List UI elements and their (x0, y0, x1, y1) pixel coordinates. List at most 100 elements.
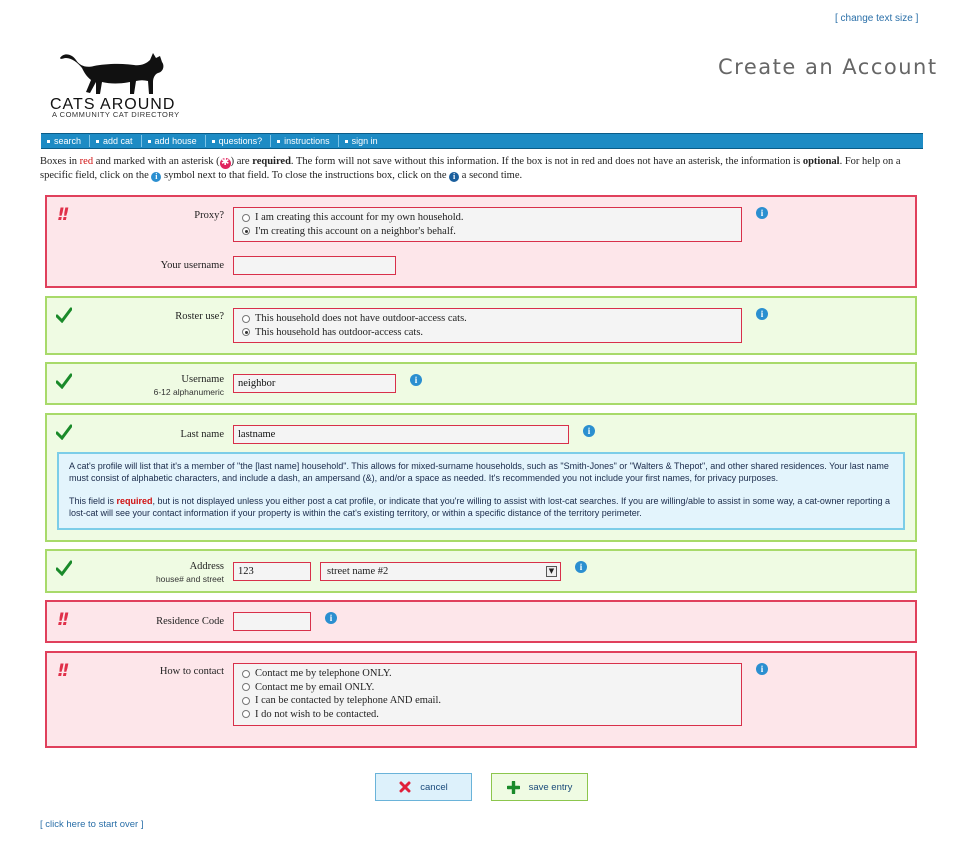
save-label: save entry (528, 781, 573, 793)
bullet-icon (96, 139, 100, 143)
info-icon: i (449, 172, 460, 182)
checkmark-icon (56, 560, 72, 576)
address-sublabel: house# and street (155, 574, 224, 584)
checkmark-icon (56, 373, 72, 389)
your-username-input[interactable] (233, 256, 396, 275)
save-entry-button[interactable]: save entry (491, 773, 588, 801)
form-instructions: Boxes in red and marked with an asterisk… (40, 156, 901, 182)
nav-item-label: add house (154, 136, 197, 146)
radio-selected-icon (242, 227, 250, 236)
residence-code-section: !! Residence Code i (45, 600, 917, 643)
your-username-label: Your username (160, 260, 224, 271)
info-icon[interactable]: i (756, 207, 768, 219)
username-label: Username 6-12 alphanumeric (104, 374, 224, 398)
contact-option-email[interactable]: Contact me by email ONLY. (242, 681, 733, 695)
last-name-label: Last name (180, 429, 224, 440)
street-select[interactable]: street name #2 ▼ (320, 562, 561, 581)
logo-subtitle: A COMMUNITY CAT DIRECTORY (52, 110, 180, 119)
nav-item-search[interactable]: search (41, 135, 91, 147)
proxy-label: Proxy? (194, 210, 224, 221)
info-icon[interactable]: i (583, 425, 595, 437)
last-name-input[interactable]: lastname (233, 425, 569, 444)
radio-icon (242, 314, 250, 323)
contact-option-none[interactable]: I do not wish to be contacted. (242, 708, 733, 722)
proxy-option-own[interactable]: I am creating this account for my own ho… (242, 211, 733, 225)
cancel-button[interactable]: cancel (375, 773, 472, 801)
residence-code-label: Residence Code (156, 616, 224, 627)
address-label: Address house# and street (104, 561, 224, 585)
roster-option-outdoor[interactable]: This household has outdoor-access cats. (242, 326, 733, 340)
roster-radio-group: This household does not have outdoor-acc… (233, 308, 742, 343)
optional-word: optional (802, 156, 840, 167)
radio-icon (242, 683, 250, 692)
nav-item-sign-in[interactable]: sign in (339, 135, 386, 147)
proxy-option-neighbor[interactable]: I'm creating this account on a neighbor'… (242, 225, 733, 239)
required-alert-icon: !! (57, 610, 69, 630)
info-icon[interactable]: i (575, 561, 587, 573)
required-word: required (116, 496, 153, 506)
nav-item-label: sign in (351, 136, 378, 146)
bullet-icon (211, 139, 215, 143)
bullet-icon (147, 139, 151, 143)
red-word: red (79, 156, 94, 167)
bullet-icon (277, 139, 281, 143)
main-nav: search add cat add house questions? inst… (41, 133, 923, 149)
radio-selected-icon (242, 328, 250, 337)
required-alert-icon: !! (57, 661, 69, 681)
info-icon[interactable]: i (756, 308, 768, 320)
address-section: Address house# and street 123 street nam… (45, 549, 917, 593)
radio-icon (242, 213, 250, 222)
proxy-section: !! Proxy? I am creating this account for… (45, 195, 917, 288)
chevron-down-icon: ▼ (546, 566, 557, 577)
cat-silhouette-icon (60, 53, 164, 94)
info-icon[interactable]: i (325, 612, 337, 624)
residence-code-input[interactable] (233, 612, 311, 631)
contact-option-telephone[interactable]: Contact me by telephone ONLY. (242, 667, 733, 681)
house-number-input[interactable]: 123 (233, 562, 311, 581)
nav-item-questions[interactable]: questions? (206, 135, 272, 147)
street-select-value: street name #2 (327, 566, 389, 577)
bullet-icon (344, 139, 348, 143)
nav-item-label: instructions (284, 136, 330, 146)
username-label-text: Username (181, 374, 224, 385)
required-alert-icon: !! (57, 205, 69, 225)
roster-section: Roster use? This household does not have… (45, 296, 917, 355)
nav-item-add-cat[interactable]: add cat (90, 135, 142, 147)
username-sublabel: 6-12 alphanumeric (153, 387, 224, 397)
logo[interactable]: CATS AROUND A COMMUNITY CAT DIRECTORY (48, 48, 188, 119)
help-paragraph-1: A cat's profile will list that it's a me… (69, 461, 889, 483)
info-icon[interactable]: i (756, 663, 768, 675)
address-label-text: Address (189, 561, 224, 572)
radio-icon (242, 696, 250, 705)
contact-label: How to contact (159, 666, 224, 677)
username-input[interactable]: neighbor (233, 374, 396, 393)
plus-icon (506, 780, 520, 794)
roster-option-no-outdoor[interactable]: This household does not have outdoor-acc… (242, 312, 733, 326)
bullet-icon (47, 139, 50, 143)
change-text-size-link[interactable]: [ change text size ] (835, 13, 918, 24)
info-icon: i (151, 172, 162, 182)
cancel-label: cancel (420, 781, 448, 793)
asterisk-icon: ✱ (219, 157, 231, 169)
page-title: Create an Account (718, 55, 938, 79)
radio-icon (242, 669, 250, 678)
roster-label: Roster use? (175, 311, 224, 322)
nav-item-label: search (54, 136, 82, 146)
last-name-section: Last name lastname i A cat's profile wil… (45, 413, 917, 542)
nav-item-add-house[interactable]: add house (142, 135, 206, 147)
close-icon (399, 781, 411, 793)
checkmark-icon (56, 307, 72, 323)
nav-item-instructions[interactable]: instructions (271, 135, 339, 147)
contact-section: !! How to contact Contact me by telephon… (45, 651, 917, 748)
info-icon[interactable]: i (410, 374, 422, 386)
contact-radio-group: Contact me by telephone ONLY. Contact me… (233, 663, 742, 726)
required-word: required (252, 156, 291, 167)
start-over-link[interactable]: [ click here to start over ] (40, 819, 143, 830)
radio-icon (242, 710, 250, 719)
username-section: Username 6-12 alphanumeric neighbor i (45, 362, 917, 405)
nav-item-label: questions? (218, 136, 263, 146)
help-paragraph-2: This field is required, but is not displ… (69, 496, 890, 518)
contact-option-both[interactable]: I can be contacted by telephone AND emai… (242, 694, 733, 708)
proxy-radio-group: I am creating this account for my own ho… (233, 207, 742, 242)
checkmark-icon (56, 424, 72, 440)
